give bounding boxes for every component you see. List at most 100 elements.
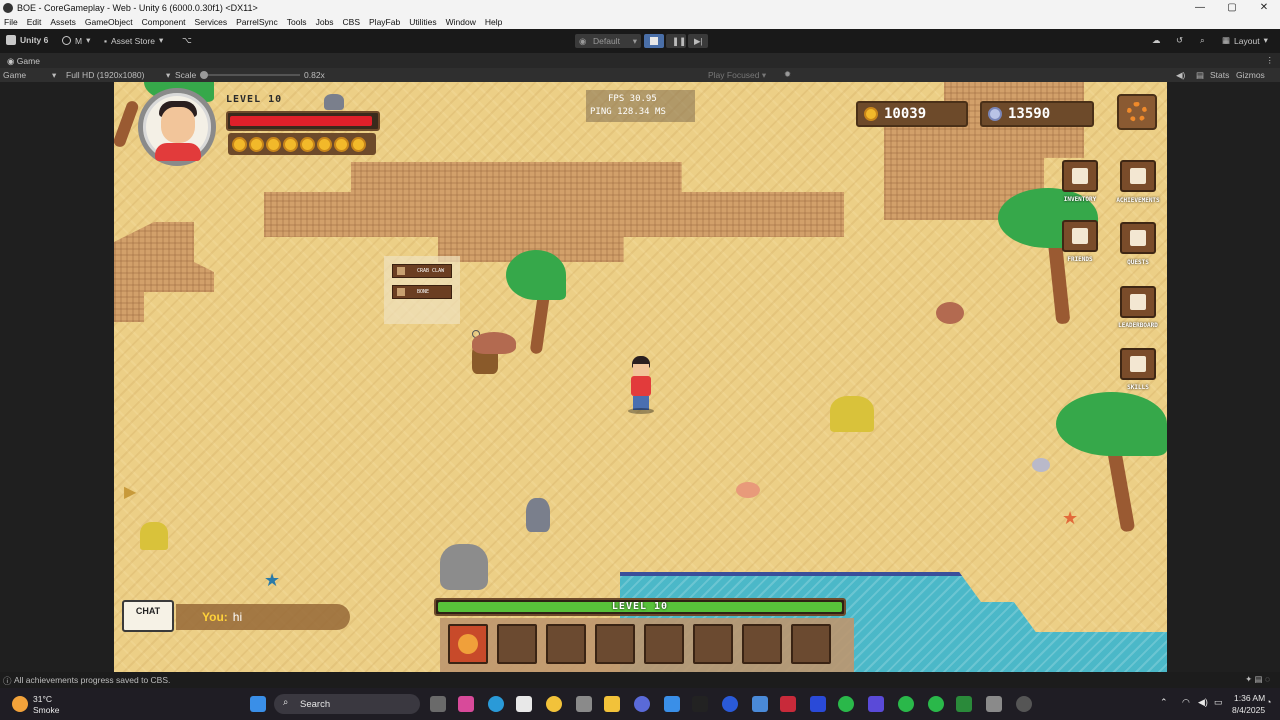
whatsapp-icon[interactable] [928, 696, 944, 712]
tray-chevron-icon[interactable]: ⌃ [1160, 697, 1168, 708]
mute-audio-icon[interactable]: ◀) [1176, 70, 1185, 81]
chat-button[interactable]: CHAT [122, 600, 174, 632]
maps-icon[interactable] [722, 696, 738, 712]
menu-services[interactable]: Services [195, 17, 228, 27]
menu-window[interactable]: Window [446, 17, 476, 27]
menu-cbs[interactable]: CBS [343, 17, 360, 27]
step-button[interactable]: ▶| [688, 34, 708, 48]
chrome-icon[interactable] [546, 696, 562, 712]
status-icons[interactable]: ✦ ▤ ◌ [1245, 674, 1270, 685]
friends-button[interactable] [1062, 220, 1098, 252]
achievements-button[interactable] [1120, 160, 1156, 192]
hotbar-slot-8[interactable] [791, 624, 831, 664]
hotbar-slot-3[interactable] [546, 624, 586, 664]
gizmos-toggle[interactable]: Gizmos [1236, 70, 1265, 80]
rock[interactable] [440, 544, 488, 590]
menu-edit[interactable]: Edit [27, 17, 42, 27]
menu-help[interactable]: Help [485, 17, 502, 27]
menu-utilities[interactable]: Utilities [409, 17, 436, 27]
history-button[interactable]: ↺ [1176, 35, 1183, 46]
unity-editor-icon[interactable] [986, 696, 1002, 712]
settings-gear-icon[interactable]: ✹ [784, 69, 791, 80]
gem-counter[interactable]: 13590 [980, 101, 1094, 127]
menu-tools[interactable]: Tools [287, 17, 307, 27]
crab-claw-item[interactable] [472, 332, 516, 354]
launcher-icon[interactable] [810, 696, 826, 712]
hotbar-slot-1[interactable] [448, 624, 488, 664]
crab-claw-item[interactable] [936, 302, 964, 324]
gold-counter[interactable]: 10039 [856, 101, 968, 127]
hotbar-slot-6[interactable] [693, 624, 733, 664]
direction-arrow-icon[interactable]: ▶ [124, 482, 136, 502]
context-item-crab-claw[interactable]: CRAB CLAW [392, 264, 452, 278]
version-control-button[interactable]: ⌥ [182, 35, 192, 46]
volume-icon[interactable]: ◀) [1198, 697, 1208, 708]
teams-icon[interactable] [868, 696, 884, 712]
stats-toggle[interactable]: Stats [1210, 70, 1229, 80]
mode-dropdown[interactable]: Default ◉ ▾ [575, 34, 641, 48]
player-avatar[interactable] [138, 88, 216, 166]
start-icon[interactable] [250, 696, 266, 712]
menu-parrelsync[interactable]: ParrelSync [236, 17, 278, 27]
taskbar-search[interactable]: ⌕ Search [274, 694, 420, 714]
vscode-icon[interactable] [664, 696, 680, 712]
pause-button[interactable]: ❚❚ [666, 34, 686, 48]
rock[interactable] [324, 94, 344, 110]
menu-jobs[interactable]: Jobs [316, 17, 334, 27]
quests-button[interactable] [1120, 222, 1156, 254]
discord-icon[interactable] [634, 696, 650, 712]
skills-button[interactable] [1120, 348, 1156, 380]
spotify-icon[interactable] [898, 696, 914, 712]
menu-file[interactable]: File [4, 17, 18, 27]
clock-date[interactable]: 8/4/2025 [1232, 705, 1265, 715]
shell-item[interactable] [736, 482, 760, 498]
close-button[interactable]: ✕ [1248, 0, 1280, 15]
wifi-icon[interactable]: ◠ [1182, 697, 1190, 708]
menu-playfab[interactable]: PlayFab [369, 17, 400, 27]
cloud-button[interactable]: ☁ [1152, 35, 1161, 46]
github-icon[interactable] [1016, 696, 1032, 712]
scale-slider[interactable] [200, 71, 300, 79]
wps-icon[interactable] [780, 696, 796, 712]
play-button[interactable] [644, 34, 664, 48]
green-app-icon[interactable] [838, 696, 854, 712]
app-icon[interactable] [752, 696, 768, 712]
excel-icon[interactable] [956, 696, 972, 712]
store-icon[interactable] [516, 696, 532, 712]
account-button[interactable]: Unity 6 [6, 35, 48, 45]
task-view-icon[interactable] [430, 696, 446, 712]
copilot-icon[interactable] [458, 696, 474, 712]
play-mode-dropdown[interactable]: Play Focused ▾ [708, 70, 766, 81]
asset-store-dropdown[interactable]: ▪ Asset Store ▾ [104, 35, 163, 46]
menu-component[interactable]: Component [142, 17, 186, 27]
menu-gameobject[interactable]: GameObject [85, 17, 133, 27]
starfish-item[interactable]: ★ [264, 570, 280, 591]
settings-button[interactable] [1117, 94, 1157, 130]
shell-item[interactable] [1032, 458, 1050, 472]
minimize-button[interactable]: — [1184, 0, 1216, 15]
user-dropdown[interactable]: M ▾ [62, 35, 90, 46]
hotbar-slot-5[interactable] [644, 624, 684, 664]
starfish-item[interactable]: ★ [1062, 508, 1078, 529]
unity-hub-icon[interactable] [576, 696, 592, 712]
maximize-button[interactable]: ▢ [1216, 0, 1248, 15]
tab-game[interactable]: ◉ Game [7, 56, 40, 67]
battery-icon[interactable]: ▭ [1214, 697, 1223, 708]
layout-dropdown[interactable]: ▦ Layout ▾ [1222, 35, 1268, 46]
display-dropdown[interactable]: Game [3, 70, 26, 80]
player-character[interactable] [626, 356, 656, 416]
aspect-icon[interactable]: ▤ [1196, 70, 1204, 81]
hotbar-slot-4[interactable] [595, 624, 635, 664]
more-options-icon[interactable]: ⋮ [1266, 55, 1275, 66]
hotbar-slot-2[interactable] [497, 624, 537, 664]
leaderboard-button[interactable] [1120, 286, 1156, 318]
hotbar-slot-7[interactable] [742, 624, 782, 664]
notification-bell-icon[interactable]: ◔ [1266, 697, 1271, 707]
inventory-button[interactable] [1062, 160, 1098, 192]
context-item-bone[interactable]: BONE [392, 285, 452, 299]
menu-assets[interactable]: Assets [50, 17, 76, 27]
clock-time[interactable]: 1:36 AM [1234, 693, 1265, 703]
edge-icon[interactable] [488, 696, 504, 712]
rock[interactable] [526, 498, 550, 532]
upwork-icon[interactable] [692, 696, 708, 712]
